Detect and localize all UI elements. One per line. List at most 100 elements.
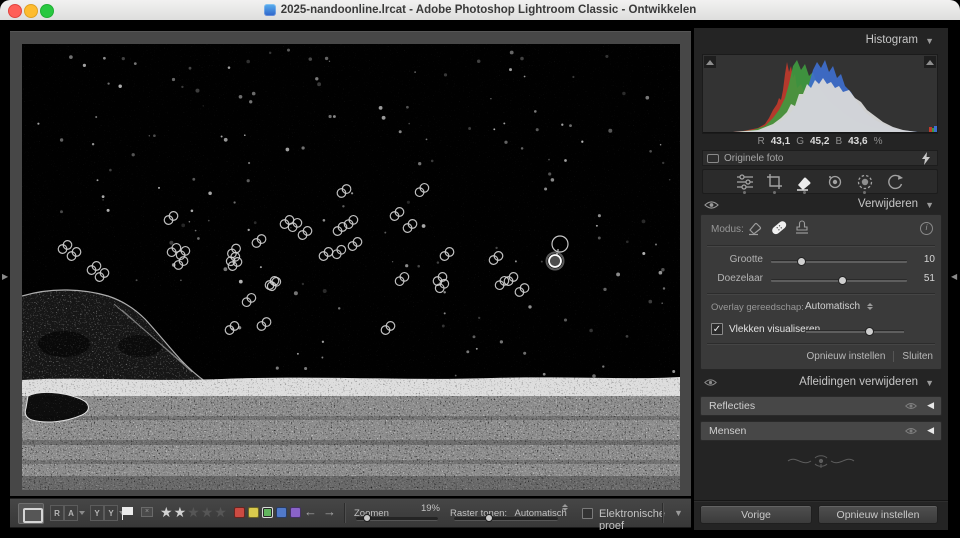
size-slider-thumb[interactable] [797, 257, 806, 266]
loupe-view-button[interactable] [18, 503, 44, 524]
reset-button-label: Opnieuw instellen [837, 509, 920, 521]
reference-view-letter: A [64, 505, 78, 521]
histogram-display[interactable] [702, 54, 938, 134]
previous-photo-arrow[interactable]: ← [304, 504, 317, 519]
remove-panel-collapse-icon[interactable]: ▼ [925, 200, 934, 210]
visualize-threshold-thumb[interactable] [865, 327, 874, 336]
photo-canvas[interactable] [22, 44, 680, 490]
adjustments-tool-icon[interactable] [734, 171, 756, 193]
histogram-collapse-icon[interactable]: ▼ [925, 36, 934, 46]
rgb-readout: R 43,1 G 45,2 B 43,6 % [702, 136, 938, 147]
color-label-swatches[interactable] [234, 507, 301, 518]
overlay-dropdown-caret[interactable] [867, 303, 873, 310]
reference-view-button[interactable]: R A [50, 505, 78, 521]
toolbar-chevron-icon[interactable]: ▼ [674, 508, 683, 518]
remove-close-button[interactable]: Sluiten [902, 351, 933, 362]
people-expand-icon[interactable]: ◀ [927, 425, 934, 436]
highlight-clipping-indicator[interactable] [924, 56, 936, 68]
grid-dropdown-caret[interactable] [562, 504, 568, 511]
original-photo-label: Originele foto [724, 153, 921, 164]
heal-mode-icon[interactable] [747, 219, 765, 236]
sync-tool-icon[interactable] [884, 171, 906, 193]
size-label: Grootte [701, 254, 763, 265]
loupe-view-icon [23, 508, 43, 523]
overlay-row: Overlay gereedschap: Automatisch [701, 300, 943, 316]
zoom-slider-thumb[interactable] [363, 514, 371, 522]
remove-reset-button[interactable]: Opnieuw instellen [806, 351, 885, 362]
clone-stamp-mode-icon[interactable] [793, 219, 811, 236]
star-rating[interactable]: ★★★★★ [160, 504, 228, 521]
histogram-title: Histogram [866, 34, 918, 46]
feather-slider-row: Doezelaar 51 [701, 271, 943, 287]
size-slider[interactable] [771, 260, 907, 263]
feather-slider-thumb[interactable] [838, 276, 847, 285]
flash-icon[interactable] [921, 152, 931, 165]
percent-label: % [874, 136, 883, 147]
remove-panel-body: Modus: i [700, 214, 942, 370]
red-eye-tool-icon[interactable] [824, 171, 846, 193]
flag-reject-icon[interactable]: × [141, 507, 153, 517]
info-icon[interactable]: i [920, 222, 933, 235]
feather-slider[interactable] [771, 279, 907, 282]
reset-button[interactable]: Opnieuw instellen [818, 505, 938, 524]
overlay-value[interactable]: Automatisch [805, 301, 860, 312]
g-value: 45,2 [810, 136, 829, 147]
people-bar[interactable]: Mensen ◀ [700, 421, 942, 441]
color-label-swatch[interactable] [290, 507, 301, 518]
shadow-clipping-indicator[interactable] [704, 56, 716, 68]
rating-star[interactable]: ★ [187, 504, 201, 520]
g-label: G [796, 136, 804, 147]
color-label-swatch[interactable] [234, 507, 245, 518]
zoom-slider[interactable] [356, 517, 438, 521]
show-right-panel-arrow[interactable]: ◀ [951, 272, 957, 281]
feather-value: 51 [924, 273, 935, 284]
crop-tool-icon[interactable] [764, 171, 786, 193]
b-value: 43,6 [848, 136, 867, 147]
softproof-checkbox[interactable] [582, 508, 593, 519]
feather-label: Doezelaar [701, 273, 763, 284]
reflections-expand-icon[interactable]: ◀ [927, 400, 934, 411]
color-label-swatch[interactable] [276, 507, 287, 518]
photo-frame [10, 31, 691, 496]
reference-view-caret[interactable] [79, 511, 85, 515]
grid-group: Raster tonen: Automatisch [450, 503, 568, 521]
r-label: R [758, 136, 765, 147]
previous-button[interactable]: Vorige [700, 505, 812, 524]
color-label-swatch[interactable] [248, 507, 259, 518]
distractions-collapse-icon[interactable]: ▼ [925, 378, 934, 388]
before-after-letter: Y [104, 505, 118, 521]
rating-star[interactable]: ★ [174, 504, 188, 520]
reflections-bar[interactable]: Reflecties ◀ [700, 396, 942, 416]
before-after-view-button[interactable]: Y Y [90, 505, 118, 521]
visualize-threshold-slider[interactable] [806, 330, 904, 333]
distractions-eye-icon[interactable] [704, 378, 717, 387]
rating-star[interactable]: ★ [160, 504, 174, 520]
flag-pick-icon[interactable] [123, 507, 133, 515]
b-label: B [835, 136, 842, 147]
previous-button-label: Vorige [741, 509, 771, 521]
people-eye-icon[interactable] [905, 427, 917, 435]
tool-strip [702, 169, 938, 194]
remove-panel-header[interactable]: Verwijderen ▼ [694, 198, 948, 214]
rating-star[interactable]: ★ [201, 504, 215, 520]
reflections-eye-icon[interactable] [905, 402, 917, 410]
active-spot-marker[interactable] [549, 255, 561, 267]
show-left-panel-arrow[interactable]: ▶ [2, 272, 8, 281]
bandaid-mode-icon[interactable] [769, 219, 789, 236]
visualize-spots-checkbox[interactable]: ✓ [711, 323, 723, 335]
rating-star[interactable]: ★ [214, 504, 228, 520]
next-photo-arrow[interactable]: → [323, 504, 336, 519]
catalog-doc-icon [264, 4, 276, 16]
histogram-header[interactable]: Histogram ▼ [694, 34, 948, 50]
distractions-panel-header[interactable]: Afleidingen verwijderen ▼ [694, 376, 948, 392]
color-label-swatch[interactable] [262, 507, 273, 518]
before-after-letter: Y [90, 505, 104, 521]
develop-toolbar: R A Y Y × ★★★★★ ← → Zoomen 19% [10, 498, 691, 528]
distractions-panel-title: Afleidingen verwijderen [799, 376, 918, 388]
grid-slider[interactable] [454, 517, 558, 521]
remove-panel-eye-icon[interactable] [704, 200, 719, 210]
grid-slider-thumb[interactable] [485, 514, 493, 522]
remove-tool-icon[interactable] [794, 171, 816, 193]
original-photo-bar[interactable]: Originele foto [702, 150, 938, 166]
masking-tool-icon[interactable] [854, 171, 876, 193]
